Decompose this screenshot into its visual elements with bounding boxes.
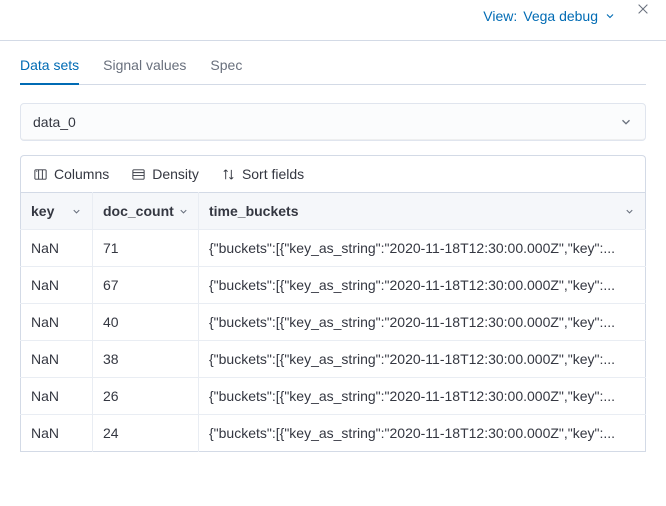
cell-key[interactable]: NaN [21, 378, 93, 415]
columns-button[interactable]: Columns [33, 166, 109, 182]
density-label: Density [152, 166, 199, 182]
density-button[interactable]: Density [131, 166, 199, 182]
tab-spec[interactable]: Spec [210, 57, 242, 84]
table-row: NaN71{"buckets":[{"key_as_string":"2020-… [21, 230, 646, 267]
tabs: Data sets Signal values Spec [20, 57, 646, 85]
cell-doc_count[interactable]: 26 [93, 378, 199, 415]
cell-doc_count[interactable]: 24 [93, 415, 199, 452]
chevron-down-icon [71, 206, 82, 217]
tab-signal-values[interactable]: Signal values [103, 57, 186, 84]
dataset-select-value: data_0 [33, 114, 76, 130]
cell-time_buckets[interactable]: {"buckets":[{"key_as_string":"2020-11-18… [199, 304, 646, 341]
column-header-key[interactable]: key [21, 193, 93, 230]
toolbar: Columns Density Sort fields [20, 155, 646, 192]
cell-key[interactable]: NaN [21, 304, 93, 341]
view-selector[interactable]: View: Vega debug [483, 8, 616, 24]
view-selected-value: Vega debug [523, 8, 598, 24]
cell-key[interactable]: NaN [21, 341, 93, 378]
cell-time_buckets[interactable]: {"buckets":[{"key_as_string":"2020-11-18… [199, 378, 646, 415]
cell-time_buckets[interactable]: {"buckets":[{"key_as_string":"2020-11-18… [199, 267, 646, 304]
cell-doc_count[interactable]: 40 [93, 304, 199, 341]
view-label-prefix: View: [483, 8, 517, 24]
table-row: NaN24{"buckets":[{"key_as_string":"2020-… [21, 415, 646, 452]
cell-key[interactable]: NaN [21, 230, 93, 267]
column-header-time-buckets[interactable]: time_buckets [199, 193, 646, 230]
chevron-down-icon [619, 115, 633, 129]
cell-doc_count[interactable]: 71 [93, 230, 199, 267]
cell-time_buckets[interactable]: {"buckets":[{"key_as_string":"2020-11-18… [199, 415, 646, 452]
column-header-label: time_buckets [209, 203, 298, 219]
panel-header: View: Vega debug [0, 0, 666, 40]
table-row: NaN40{"buckets":[{"key_as_string":"2020-… [21, 304, 646, 341]
data-grid: key doc_count time_buckets [20, 192, 646, 452]
cell-time_buckets[interactable]: {"buckets":[{"key_as_string":"2020-11-18… [199, 230, 646, 267]
sort-fields-button[interactable]: Sort fields [221, 166, 304, 182]
table-row: NaN67{"buckets":[{"key_as_string":"2020-… [21, 267, 646, 304]
close-icon[interactable] [636, 2, 650, 16]
table-row: NaN38{"buckets":[{"key_as_string":"2020-… [21, 341, 646, 378]
column-header-label: doc_count [103, 203, 174, 219]
cell-time_buckets[interactable]: {"buckets":[{"key_as_string":"2020-11-18… [199, 341, 646, 378]
cell-key[interactable]: NaN [21, 267, 93, 304]
dataset-select[interactable]: data_0 [20, 103, 646, 141]
tab-data-sets[interactable]: Data sets [20, 57, 79, 85]
chevron-down-icon [624, 206, 635, 217]
table-row: NaN26{"buckets":[{"key_as_string":"2020-… [21, 378, 646, 415]
columns-label: Columns [54, 166, 109, 182]
density-icon [131, 167, 146, 182]
chevron-down-icon [178, 206, 189, 217]
cell-key[interactable]: NaN [21, 415, 93, 452]
column-header-label: key [31, 203, 54, 219]
cell-doc_count[interactable]: 67 [93, 267, 199, 304]
columns-icon [33, 167, 48, 182]
sort-icon [221, 167, 236, 182]
chevron-down-icon [604, 10, 616, 22]
sort-fields-label: Sort fields [242, 166, 304, 182]
cell-doc_count[interactable]: 38 [93, 341, 199, 378]
column-header-doc-count[interactable]: doc_count [93, 193, 199, 230]
